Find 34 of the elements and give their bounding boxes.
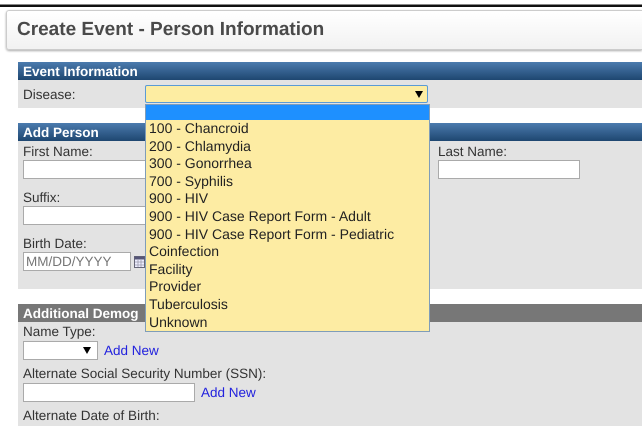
dropdown-option[interactable]: 900 - HIV: [146, 190, 429, 208]
add-new-link[interactable]: Add New: [104, 343, 159, 358]
dropdown-option[interactable]: Facility: [146, 260, 429, 278]
dropdown-option[interactable]: 100 - Chancroid: [146, 120, 429, 138]
field-label: First Name:: [23, 143, 93, 160]
field-label: Suffix:: [23, 189, 60, 206]
dropdown-option[interactable]: Unknown: [146, 314, 429, 332]
page-title: Create Event - Person Information: [17, 19, 324, 41]
dropdown-option[interactable]: 200 - Chlamydia: [146, 138, 429, 156]
field-label: Alternate Social Security Number (SSN):: [23, 366, 266, 382]
ssn-field[interactable]: [23, 383, 195, 402]
calendar-icon[interactable]: [134, 256, 145, 268]
dropdown-option[interactable]: Tuberculosis: [146, 296, 429, 314]
field-label: Last Name:: [438, 143, 508, 160]
dropdown-arrow-icon: [83, 347, 91, 354]
disease-dropdown[interactable]: [145, 85, 428, 103]
dropdown-option[interactable]: 900 - HIV Case Report Form - Pediatric: [146, 226, 429, 244]
dropdown-arrow-icon: [415, 90, 423, 98]
field-label: Birth Date:: [23, 235, 87, 252]
dropdown-option[interactable]: 300 - Gonorrhea: [146, 155, 429, 173]
last-name-field[interactable]: [438, 160, 580, 179]
dropdown-option[interactable]: 900 - HIV Case Report Form - Adult: [146, 208, 429, 226]
section-title: Event Information: [23, 64, 138, 78]
section-title: Additional Demog: [23, 306, 138, 320]
field-label: Name Type:: [23, 324, 96, 340]
field-label: Alternate Date of Birth:: [23, 408, 160, 424]
dropdown-option[interactable]: Coinfection: [146, 243, 429, 261]
dropdown-option[interactable]: 700 - Syphilis: [146, 172, 429, 190]
section-title: Add Person: [23, 124, 99, 140]
field-label: Disease:: [23, 86, 77, 102]
dropdown-option[interactable]: Provider: [146, 278, 429, 296]
add-new-link[interactable]: Add New: [201, 385, 256, 400]
name-type-dropdown[interactable]: [23, 341, 98, 360]
birth-date-field[interactable]: MM/DD/YYYY: [23, 252, 131, 271]
